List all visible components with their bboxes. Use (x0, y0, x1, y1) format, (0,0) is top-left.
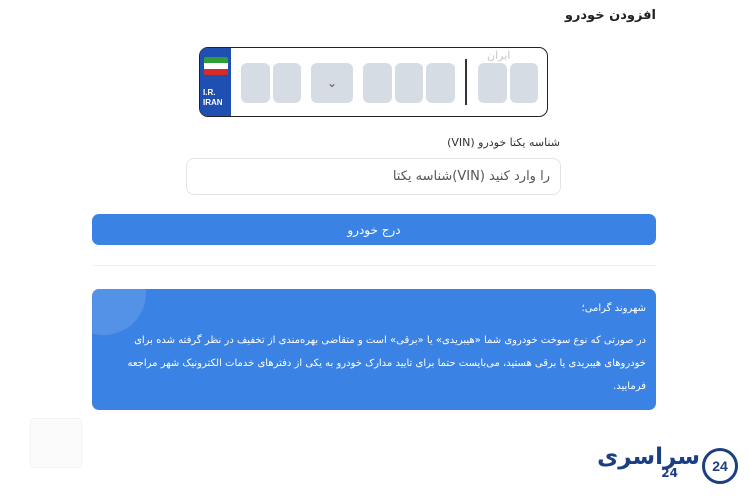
vin-input[interactable] (186, 158, 561, 195)
license-plate: I.R. IRAN ⌄ ایران (199, 47, 548, 117)
brand-logo: سراسری 24 24 (597, 444, 740, 488)
logo-text: سراسری (597, 444, 700, 470)
plate-separator (465, 59, 467, 105)
plate-region-input-2[interactable] (510, 63, 538, 103)
plate-region-input-1[interactable] (478, 63, 507, 103)
divider (92, 265, 656, 266)
plate-country-code: I.R. IRAN (203, 88, 223, 107)
vin-label: شناسه یکتا خودرو (VIN) (447, 136, 560, 149)
notice-body: در صورتی که نوع سوخت خودروی شما «هیبریدی… (127, 335, 647, 392)
iran-flag-icon (204, 57, 228, 75)
plate-iran-label: ایران (487, 49, 511, 62)
notice-title: شهروند گرامی؛ (581, 303, 646, 314)
page-title: افزودن خودرو (564, 8, 656, 23)
notice-box: شهروند گرامی؛ در صورتی که نوع سوخت خودرو… (92, 289, 656, 410)
faint-placeholder-box (30, 418, 82, 468)
plate-digit-input-1[interactable] (241, 63, 270, 103)
submit-vehicle-button[interactable]: درج خودرو (92, 214, 656, 245)
plate-country-strip: I.R. IRAN (200, 48, 231, 116)
plate-digit-input-3[interactable] (363, 63, 392, 103)
plate-digit-input-2[interactable] (273, 63, 301, 103)
logo-badge-icon: 24 (702, 448, 738, 484)
logo-subtext: 24 (661, 466, 678, 480)
plate-digit-input-4[interactable] (395, 63, 423, 103)
plate-letter-select[interactable]: ⌄ (311, 63, 353, 103)
plate-digit-input-5[interactable] (426, 63, 455, 103)
chevron-down-icon: ⌄ (326, 76, 338, 90)
